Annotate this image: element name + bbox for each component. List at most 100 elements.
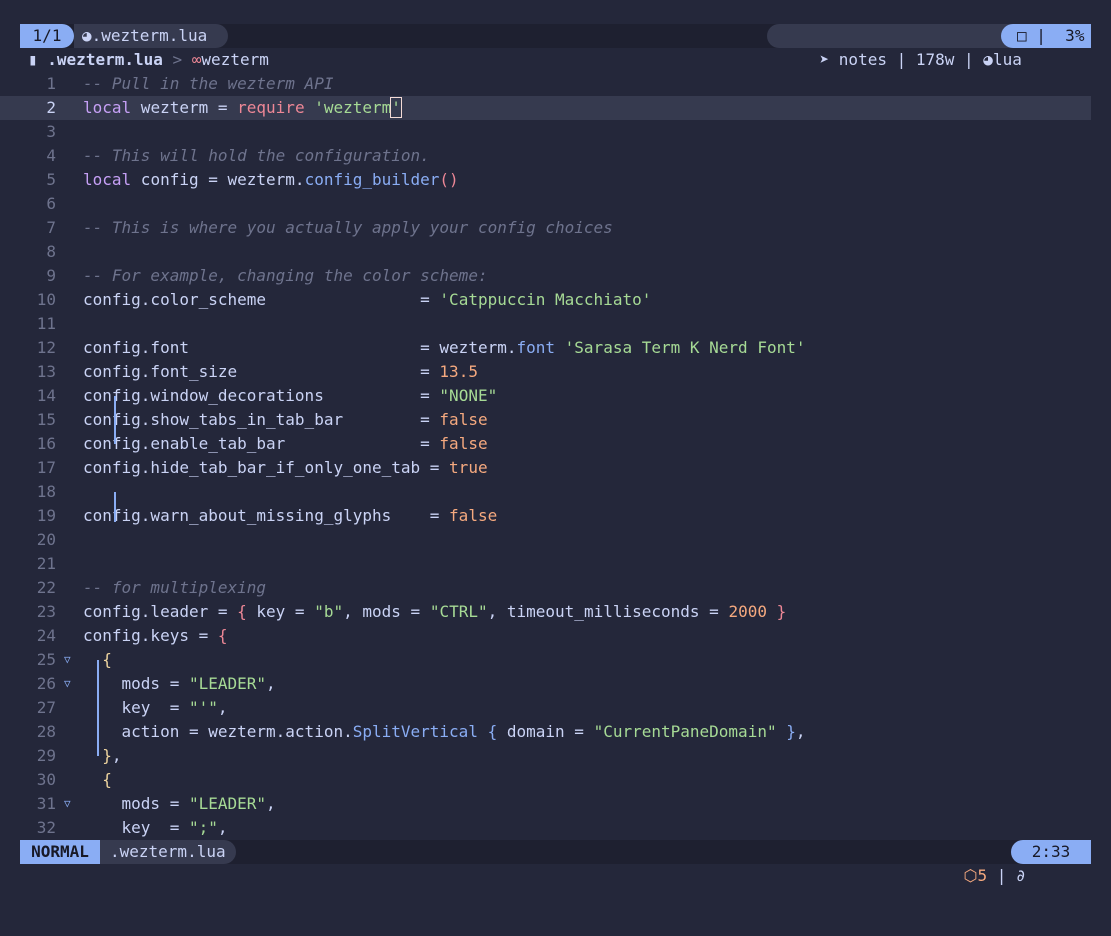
line-text: key = ";", xyxy=(83,816,228,840)
code-line[interactable]: 2 local wezterm = require 'wezterm' xyxy=(0,96,1091,120)
tab-current-file[interactable]: ◕.wezterm.lua xyxy=(74,24,228,48)
line-number: 3 xyxy=(46,122,56,141)
statusline: NORMAL .wezterm.lua ⬡5 | ∂ 2:33 xyxy=(20,840,1091,885)
code-line[interactable]: 27 key = "'", xyxy=(0,696,1111,720)
code-line[interactable]: 30 { xyxy=(0,768,1111,792)
tabline-info: ➤ notes | 178w | ◕lua □ | 3% xyxy=(767,24,1091,69)
code-line[interactable]: 9 -- For example, changing the color sche… xyxy=(0,264,1111,288)
line-number: 32 xyxy=(36,818,56,837)
scroll-percent: 3% xyxy=(1055,26,1085,45)
line-number: 31 xyxy=(36,794,56,813)
code-line[interactable]: 13 config.font_size = 13.5 xyxy=(0,360,1111,384)
line-number: 18 xyxy=(36,482,56,501)
line-text: -- Pull in the wezterm API xyxy=(83,72,333,96)
code-token: "LEADER" xyxy=(188,794,267,813)
line-text: action = wezterm.action.SplitVertical { … xyxy=(83,720,806,744)
code-token: false xyxy=(439,434,488,453)
code-token: 2000 xyxy=(728,602,767,621)
code-token: , xyxy=(217,818,228,837)
window-sep: | xyxy=(1026,26,1056,45)
code-line[interactable]: 4 -- This will hold the configuration. xyxy=(0,144,1111,168)
code-line[interactable]: 14 config.window_decorations = "NONE" xyxy=(0,384,1111,408)
code-token: config.warn_about_missing_glyphs = xyxy=(83,506,450,525)
line-text: -- For example, changing the color schem… xyxy=(83,264,488,288)
mode-indicator: NORMAL xyxy=(20,840,100,864)
line-number: 12 xyxy=(36,338,56,357)
code-token: "'" xyxy=(188,698,218,717)
fold-icon[interactable]: ▽ xyxy=(64,672,71,696)
code-line[interactable]: 3 xyxy=(0,120,1111,144)
code-token: SplitVertical xyxy=(352,722,478,741)
breadcrumb-file[interactable]: .wezterm.lua xyxy=(47,50,163,69)
language-label: lua xyxy=(992,50,1022,69)
code-line[interactable]: 20 xyxy=(0,528,1111,552)
line-text: config.window_decorations = "NONE" xyxy=(83,384,497,408)
code-token: { xyxy=(102,650,112,669)
code-line[interactable]: 24 config.keys = { xyxy=(0,624,1111,648)
code-line[interactable]: 28 action = wezterm.action.SplitVertical… xyxy=(0,720,1111,744)
code-line[interactable]: 1 -- Pull in the wezterm API xyxy=(0,72,1111,96)
code-line[interactable]: 25 ▽ { xyxy=(0,648,1111,672)
code-token: local xyxy=(83,98,132,117)
code-line[interactable]: 29 }, xyxy=(0,744,1111,768)
code-token: config.font_size = xyxy=(83,362,440,381)
code-line[interactable]: 5 local config = wezterm.config_builder() xyxy=(0,168,1111,192)
code-line[interactable]: 7 -- This is where you actually apply you… xyxy=(0,216,1111,240)
code-line[interactable]: 23 config.leader = { key = "b", mods = "C… xyxy=(0,600,1111,624)
code-token: ' xyxy=(390,97,402,118)
code-token: local xyxy=(83,170,132,189)
code-line[interactable]: 31 ▽ mods = "LEADER", xyxy=(0,792,1111,816)
line-text: config.warn_about_missing_glyphs = false xyxy=(83,504,497,528)
code-line[interactable]: 19 config.warn_about_missing_glyphs = fal… xyxy=(0,504,1111,528)
package-count: 5 xyxy=(977,866,988,885)
code-line[interactable]: 17 config.hide_tab_bar_if_only_one_tab = … xyxy=(0,456,1111,480)
line-number: 2 xyxy=(46,98,56,117)
code-token: , xyxy=(795,722,806,741)
code-line[interactable]: 15 config.show_tabs_in_tab_bar = false xyxy=(0,408,1111,432)
fold-icon[interactable]: ▽ xyxy=(64,792,71,816)
line-number: 24 xyxy=(36,626,56,645)
line-number: 15 xyxy=(36,410,56,429)
code-line[interactable]: 32 key = ";", xyxy=(0,816,1111,840)
line-text: mods = "LEADER", xyxy=(83,792,276,816)
code-line[interactable]: 8 xyxy=(0,240,1111,264)
code-line[interactable]: 26 ▽ mods = "LEADER", xyxy=(0,672,1111,696)
line-number: 26 xyxy=(36,674,56,693)
code-token: config.leader = xyxy=(83,602,238,621)
indent-guide xyxy=(114,492,116,522)
fold-icon[interactable]: ▽ xyxy=(64,648,71,672)
code-token: -- This will hold the configuration. xyxy=(83,146,430,165)
breadcrumb-symbol[interactable]: wezterm xyxy=(201,50,268,69)
code-line[interactable]: 16 config.enable_tab_bar = false xyxy=(0,432,1111,456)
code-token: } xyxy=(102,746,112,765)
line-text: -- This is where you actually apply your… xyxy=(83,216,613,240)
notes-info: notes | 178w | xyxy=(838,50,984,69)
line-text: config.keys = { xyxy=(83,624,228,648)
tab-count[interactable]: 1/1 xyxy=(20,24,74,48)
indent-guide xyxy=(114,396,116,444)
module-icon: ∞ xyxy=(191,50,202,69)
code-token: config = wezterm. xyxy=(131,170,305,189)
code-token: true xyxy=(449,458,488,477)
code-line[interactable]: 21 xyxy=(0,552,1111,576)
code-line[interactable]: 11 xyxy=(0,312,1111,336)
line-text: -- for multiplexing xyxy=(83,576,266,600)
square-icon: □ xyxy=(1017,26,1027,45)
code-token: () xyxy=(439,170,459,189)
code-line[interactable]: 12 config.font = wezterm.font 'Sarasa Ter… xyxy=(0,336,1111,360)
code-line[interactable]: 10 config.color_scheme = 'Catppuccin Macc… xyxy=(0,288,1111,312)
code-token: config.enable_tab_bar = xyxy=(83,434,440,453)
code-token: , mods = xyxy=(343,602,430,621)
code-line[interactable]: 6 xyxy=(0,192,1111,216)
time-indicator: 2:33 xyxy=(1011,840,1091,864)
code-line[interactable]: 22 -- for multiplexing xyxy=(0,576,1111,600)
code-token: config.font = wezterm. xyxy=(83,338,517,357)
line-text: local config = wezterm.config_builder() xyxy=(83,168,459,192)
line-number: 11 xyxy=(36,314,56,333)
code-token: 13.5 xyxy=(439,362,478,381)
code-line[interactable]: 18 xyxy=(0,480,1111,504)
line-number: 5 xyxy=(46,170,56,189)
